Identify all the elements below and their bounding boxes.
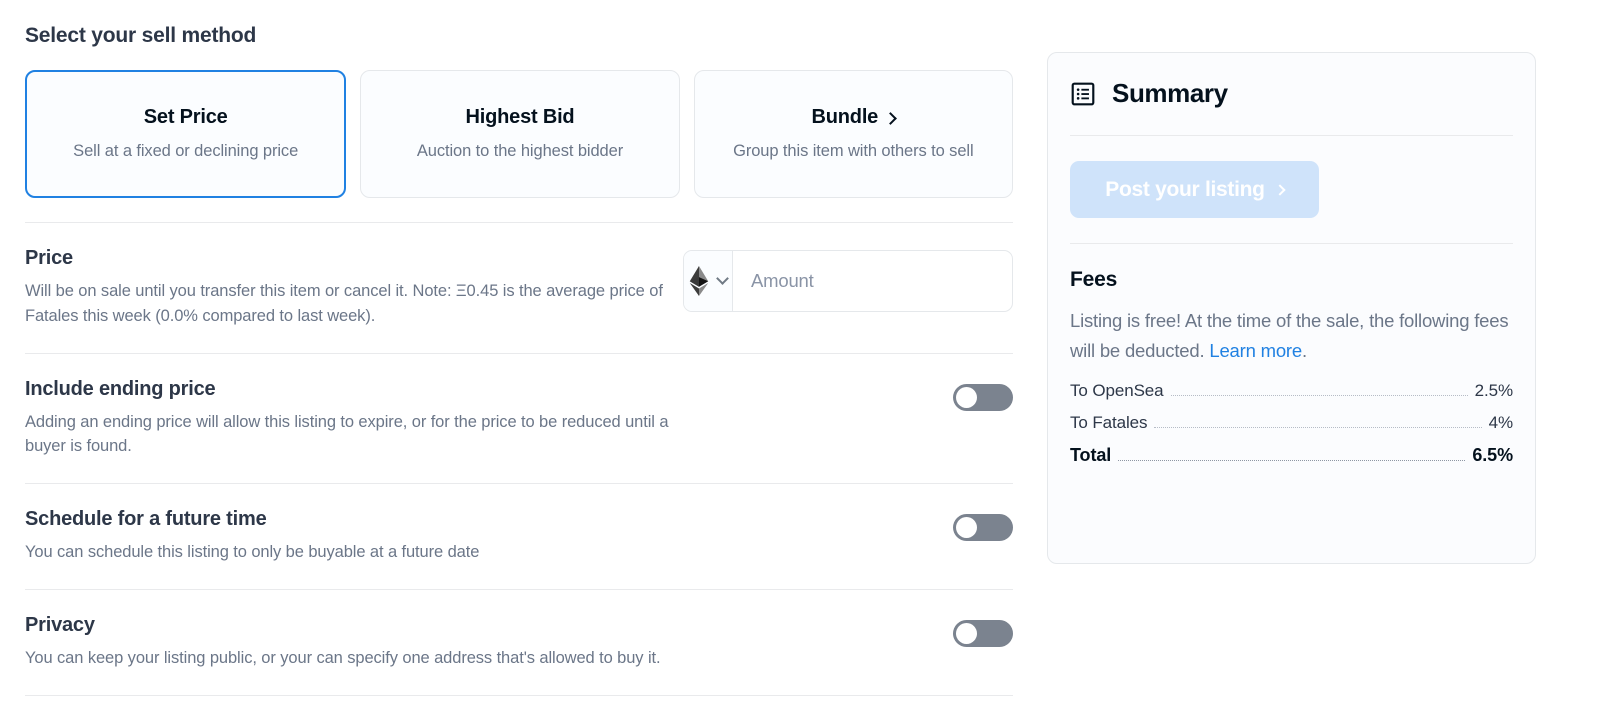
price-label: Price <box>25 247 683 270</box>
price-field <box>683 250 1013 312</box>
schedule-future-time-row: Schedule for a future time You can sched… <box>25 484 1013 565</box>
sell-method-set-price[interactable]: Set Price Sell at a fixed or declining p… <box>25 70 346 198</box>
sell-page: Select your sell method Set Price Sell a… <box>0 0 1600 719</box>
summary-title: Summary <box>1112 78 1228 109</box>
fee-row: To Fatales 4% <box>1070 413 1513 433</box>
fee-label: To Fatales <box>1070 413 1147 433</box>
fee-leader <box>1118 452 1465 461</box>
schedule-future-time-label: Schedule for a future time <box>25 508 685 531</box>
sell-method-description: Auction to the highest bidder <box>417 140 623 162</box>
post-listing-button[interactable]: Post your listing <box>1070 161 1319 218</box>
privacy-label: Privacy <box>25 614 685 637</box>
price-amount-input[interactable] <box>733 251 1012 311</box>
sell-method-description: Sell at a fixed or declining price <box>73 140 298 162</box>
privacy-toggle[interactable] <box>953 620 1013 647</box>
divider <box>1070 243 1513 244</box>
sell-method-title-text: Highest Bid <box>466 106 575 129</box>
fee-value: 6.5% <box>1472 445 1513 466</box>
price-text-block: Price Will be on sale until you transfer… <box>25 247 683 329</box>
chevron-down-icon <box>716 272 729 285</box>
schedule-future-time-toggle[interactable] <box>953 514 1013 541</box>
include-ending-price-row: Include ending price Adding an ending pr… <box>25 354 1013 460</box>
privacy-description: You can keep your listing public, or you… <box>25 646 685 671</box>
sell-form-column: Select your sell method Set Price Sell a… <box>0 0 1038 696</box>
fee-leader <box>1171 387 1468 396</box>
page-title: Select your sell method <box>25 24 1013 48</box>
include-ending-price-description: Adding an ending price will allow this l… <box>25 410 685 460</box>
fee-list: To OpenSea 2.5% To Fatales 4% Total 6.5% <box>1070 381 1513 466</box>
fee-row: To OpenSea 2.5% <box>1070 381 1513 401</box>
ethereum-icon <box>689 266 709 296</box>
schedule-future-time-description: You can schedule this listing to only be… <box>25 540 685 565</box>
fees-description-suffix: . <box>1302 340 1307 361</box>
learn-more-link[interactable]: Learn more <box>1209 340 1302 361</box>
sell-method-highest-bid[interactable]: Highest Bid Auction to the highest bidde… <box>360 70 679 198</box>
chevron-right-icon <box>1274 184 1285 195</box>
chevron-right-icon <box>884 112 897 125</box>
post-listing-button-label: Post your listing <box>1105 178 1264 202</box>
sell-method-title-text: Set Price <box>144 106 228 129</box>
list-icon <box>1070 81 1096 107</box>
sell-method-title: Bundle <box>812 106 896 129</box>
divider <box>1070 135 1513 136</box>
sell-method-options: Set Price Sell at a fixed or declining p… <box>25 70 1013 198</box>
sell-method-bundle[interactable]: Bundle Group this item with others to se… <box>694 70 1013 198</box>
sell-method-title: Highest Bid <box>466 106 575 129</box>
fee-label: To OpenSea <box>1070 381 1164 401</box>
summary-panel: Summary Post your listing Fees Listing i… <box>1047 52 1536 564</box>
toggle-knob <box>956 387 977 408</box>
fee-label: Total <box>1070 445 1111 466</box>
sell-method-description: Group this item with others to sell <box>733 140 973 162</box>
fee-value: 4% <box>1489 413 1513 433</box>
sell-method-title: Set Price <box>144 106 228 129</box>
toggle-knob <box>956 623 977 644</box>
price-row: Price Will be on sale until you transfer… <box>25 223 1013 329</box>
fee-row-total: Total 6.5% <box>1070 445 1513 466</box>
include-ending-price-text-block: Include ending price Adding an ending pr… <box>25 378 685 460</box>
fees-description: Listing is free! At the time of the sale… <box>1070 306 1513 365</box>
privacy-text-block: Privacy You can keep your listing public… <box>25 614 685 671</box>
currency-selector[interactable] <box>684 251 733 311</box>
summary-header: Summary <box>1070 75 1513 109</box>
fees-title: Fees <box>1070 268 1513 292</box>
include-ending-price-toggle[interactable] <box>953 384 1013 411</box>
toggle-knob <box>956 517 977 538</box>
fee-value: 2.5% <box>1475 381 1513 401</box>
fee-leader <box>1154 419 1481 428</box>
price-description: Will be on sale until you transfer this … <box>25 279 683 329</box>
schedule-future-time-text-block: Schedule for a future time You can sched… <box>25 508 685 565</box>
sell-method-title-text: Bundle <box>812 106 879 129</box>
divider <box>25 695 1013 696</box>
privacy-row: Privacy You can keep your listing public… <box>25 590 1013 671</box>
include-ending-price-label: Include ending price <box>25 378 685 401</box>
